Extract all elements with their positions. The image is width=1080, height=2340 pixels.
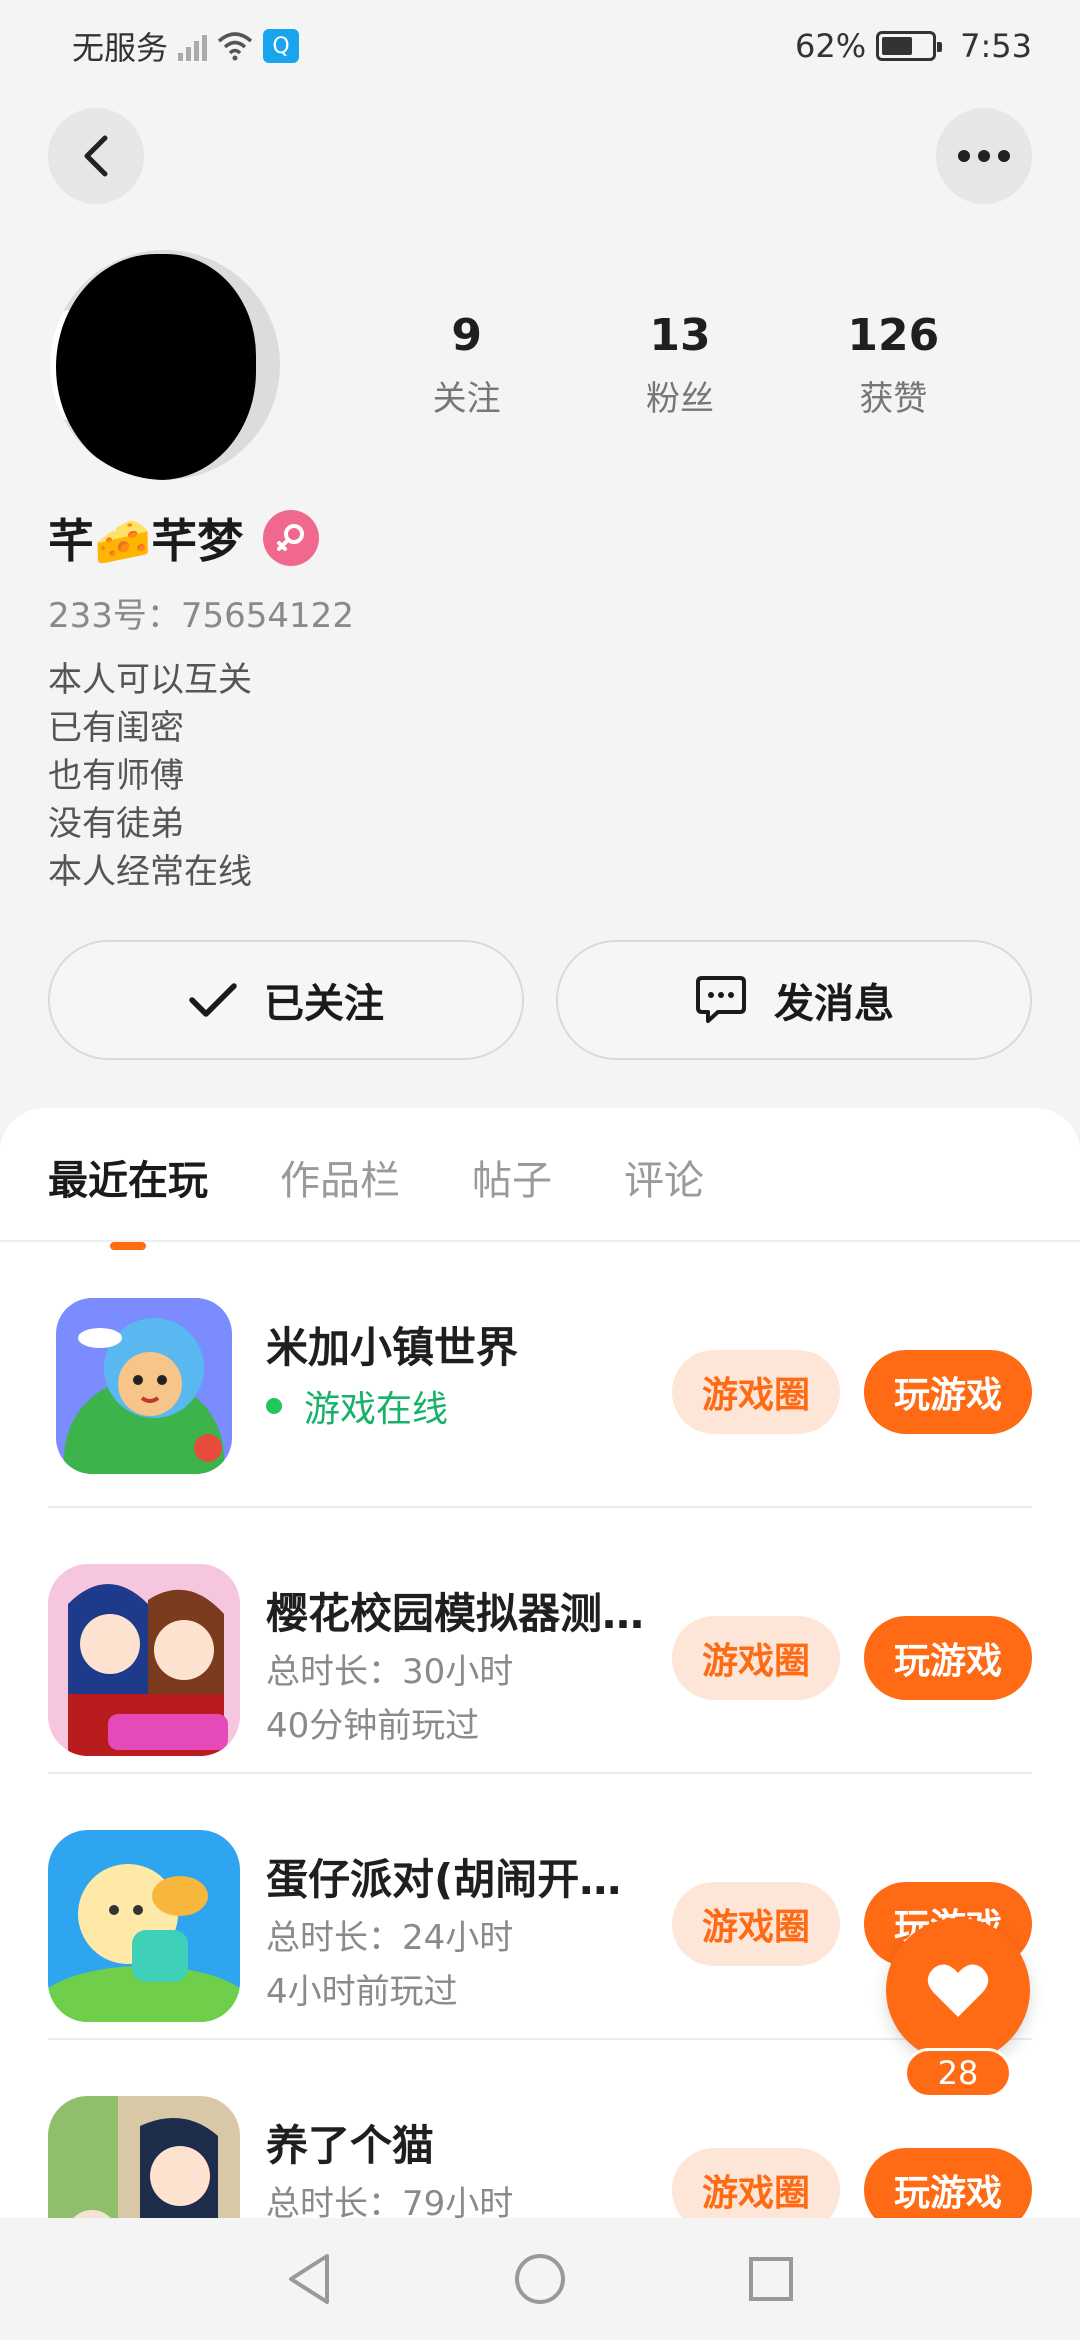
chat-bubble-icon [696,976,746,1023]
system-nav-bar [0,2218,1080,2340]
nickname: 芊🧀芊梦 [48,514,244,568]
clock: 7:53 [960,27,1032,65]
tab-works[interactable]: 作品栏 [280,1148,400,1206]
game-circle-button[interactable]: 游戏圈 [672,1616,840,1700]
nav-back-icon[interactable] [285,2252,333,2306]
tab-recently-played[interactable]: 最近在玩 [48,1148,208,1250]
profile-stats: 9 关注 13 粉丝 126 获赞 [360,310,1000,420]
game-title: 樱花校园模拟器测… [266,1589,645,1638]
heart-icon [927,1964,989,2017]
game-row[interactable]: 樱花校园模拟器测… 总时长：30小时 40分钟前玩过 游戏圈 玩游戏 [48,1508,1032,1774]
profile-tabs: 最近在玩 作品栏 帖子 评论 [48,1148,704,1250]
chevron-left-icon [84,135,108,177]
nickname-row: 芊🧀芊梦 [48,505,320,571]
play-duration: 总时长：24小时 [266,1918,514,1958]
game-circle-button[interactable]: 游戏圈 [672,1882,840,1966]
followed-label: 已关注 [264,981,384,1027]
avatar[interactable] [50,250,280,480]
bio-line: 已有闺密 [48,708,184,748]
bio-line: 也有师傅 [48,756,184,796]
checkmark-icon [189,983,237,1017]
send-message-label: 发消息 [774,981,894,1027]
stat-value: 9 [451,310,482,361]
game-row[interactable]: 蛋仔派对(胡闹开… 总时长：24小时 4小时前玩过 游戏圈 玩游戏 [48,1774,1032,2040]
online-label: 游戏在线 [304,1389,449,1430]
bio-line: 本人可以互关 [48,660,252,700]
send-message-button[interactable]: 发消息 [556,940,1032,1060]
wifi-icon [217,32,253,61]
game-row[interactable]: 养了个猫 总时长：79小时 游戏圈 玩游戏 [48,2040,1032,2218]
game-circle-button[interactable]: 游戏圈 [672,1350,840,1434]
online-dot-icon [266,1398,282,1414]
stat-label: 获赞 [859,379,928,419]
followed-button[interactable]: 已关注 [48,940,524,1060]
play-game-button[interactable]: 玩游戏 [864,1616,1032,1700]
more-icon [958,150,1010,162]
game-row[interactable]: 米加小镇世界 游戏在线 游戏圈 玩游戏 [48,1242,1032,1508]
stat-value: 13 [649,310,711,361]
nav-home-icon[interactable] [513,2252,567,2306]
play-game-button[interactable]: 玩游戏 [864,2148,1032,2218]
battery-icon [876,31,943,61]
play-duration: 总时长：30小时 [266,1652,514,1692]
bio-line: 没有徒弟 [48,804,184,844]
game-icon-sakura[interactable] [48,1564,240,1756]
tab-comments[interactable]: 评论 [624,1148,704,1206]
last-played: 40分钟前玩过 [266,1706,480,1746]
game-circle-button[interactable]: 游戏圈 [672,2148,840,2218]
tab-posts[interactable]: 帖子 [472,1148,552,1206]
last-played: 4小时前玩过 [266,1972,458,2012]
female-icon [263,510,320,566]
status-bar: 无服务 Q 62% 7:53 [0,0,1080,92]
game-title: 蛋仔派对(胡闹开… [266,1855,622,1904]
back-button[interactable] [48,108,144,204]
game-icon-eggy-party[interactable] [48,1830,240,2022]
stat-label: 粉丝 [645,379,714,419]
game-title: 米加小镇世界 [266,1323,519,1372]
stat-likes[interactable]: 126 获赞 [787,310,1000,420]
online-status: 游戏在线 [266,1380,448,1432]
stat-value: 126 [847,310,940,361]
like-button[interactable] [886,1918,1030,2062]
battery-percent: 62% [795,27,867,65]
game-icon-miga[interactable] [56,1298,232,1474]
signal-icon [178,31,208,61]
stat-followers[interactable]: 13 粉丝 [573,310,786,420]
carrier-text: 无服务 [72,29,169,67]
app-notification-icon: Q [263,29,300,63]
game-title: 养了个猫 [266,2121,435,2170]
game-icon-cat[interactable] [48,2096,240,2218]
user-id: 233号：75654122 [48,596,354,636]
stat-following[interactable]: 9 关注 [360,310,573,420]
nav-recents-icon[interactable] [747,2255,795,2303]
play-duration: 总时长：79小时 [266,2184,514,2218]
bio: 本人可以互关 已有闺密 也有师傅 没有徒弟 本人经常在线 [48,656,252,896]
stat-label: 关注 [432,379,501,419]
more-button[interactable] [936,108,1032,204]
bio-line: 本人经常在线 [48,852,252,892]
play-game-button[interactable]: 玩游戏 [864,1350,1032,1434]
like-count: 28 [904,2048,1012,2098]
